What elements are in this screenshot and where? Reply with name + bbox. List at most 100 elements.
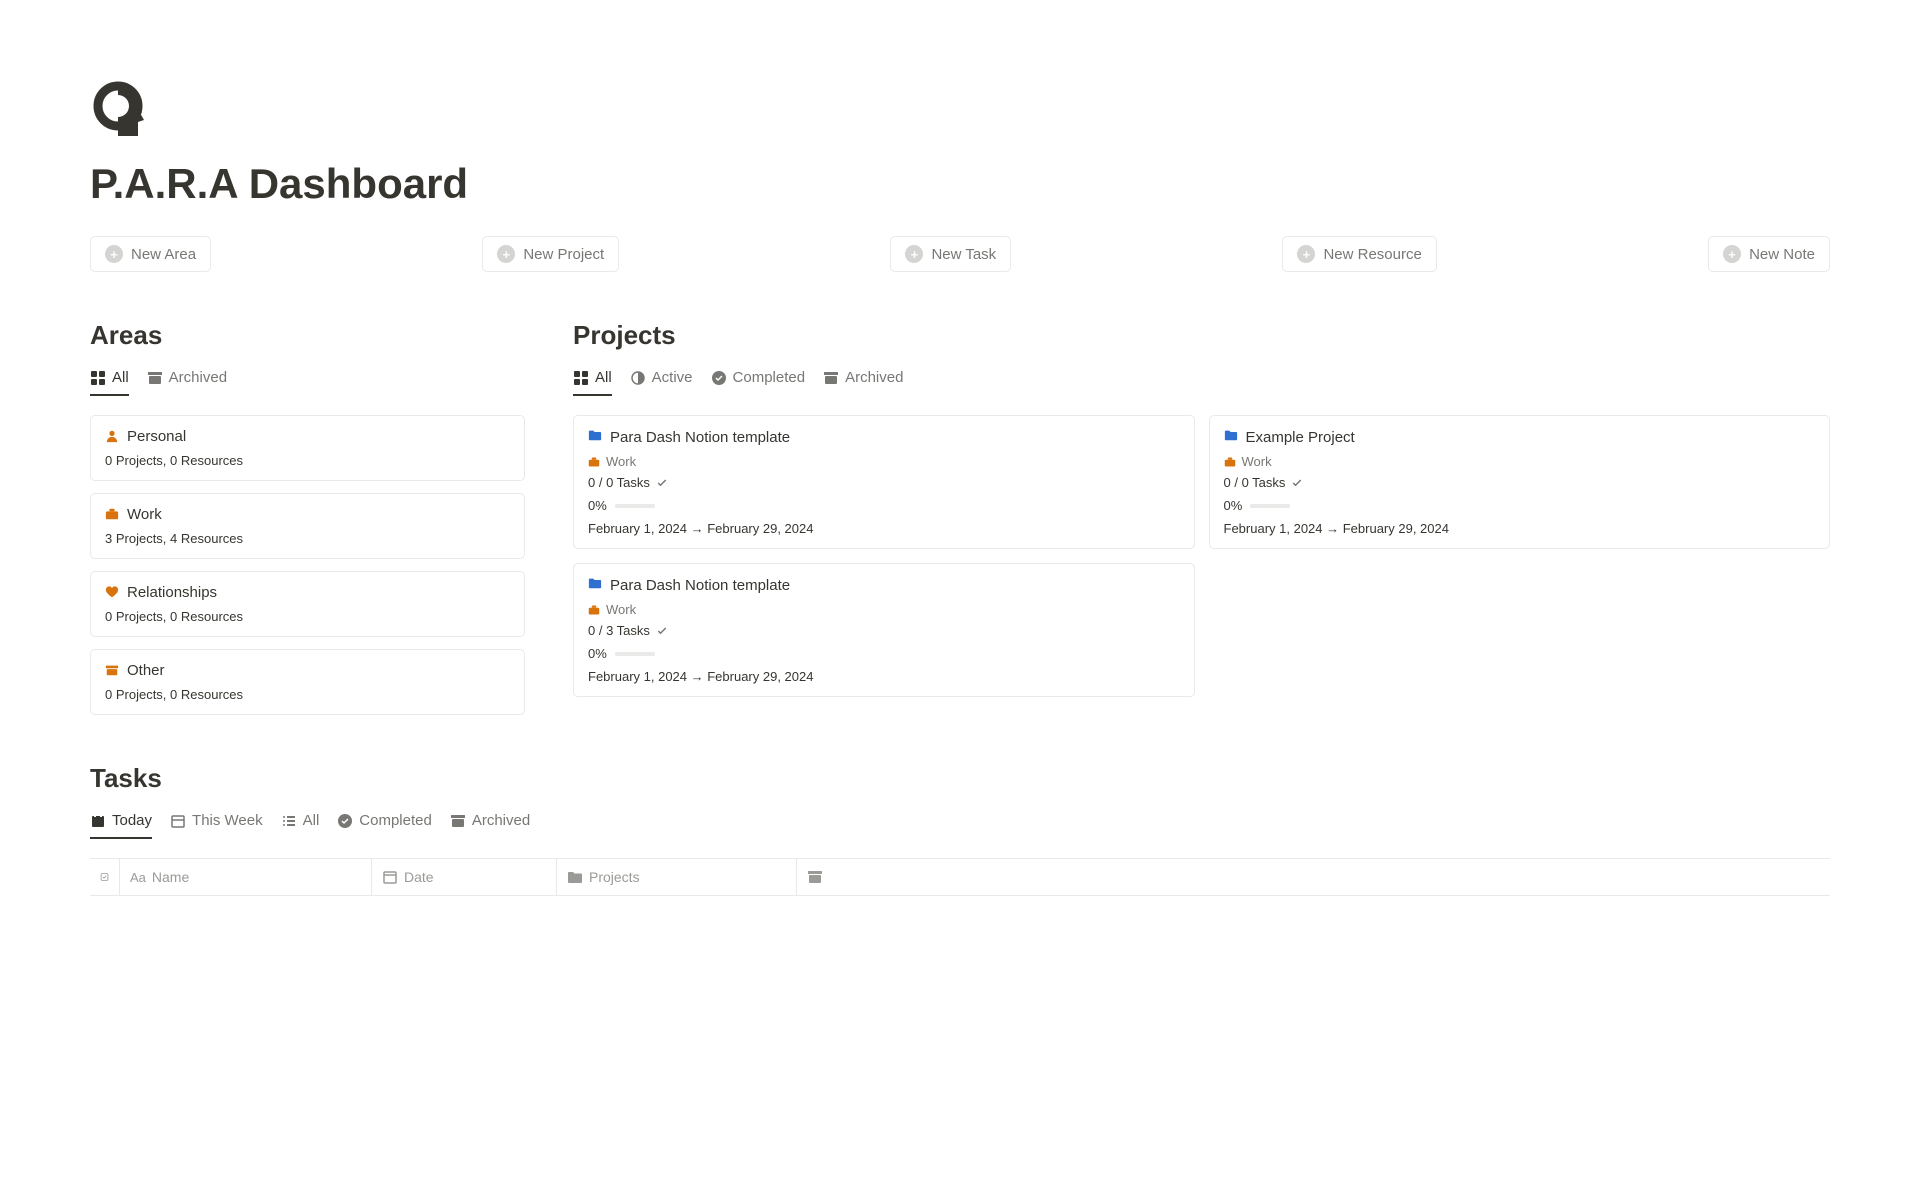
heart-icon — [105, 585, 119, 601]
tasks-table-header: Aa Name Date Projects — [90, 858, 1830, 896]
areas-heading: Areas — [90, 320, 525, 351]
box-icon — [105, 663, 119, 679]
tab-all-label: All — [303, 812, 320, 829]
calendar-icon — [382, 869, 398, 885]
project-dates: February 1, 2024 → February 29, 2024 — [588, 669, 1180, 684]
tasks-section: Tasks Today This Week All Completed — [90, 763, 1830, 896]
area-card[interactable]: Relationships 0 Projects, 0 Resources — [90, 571, 525, 637]
project-card[interactable]: Para Dash Notion template Work 0 / 0 Tas… — [573, 415, 1195, 549]
area-card[interactable]: Other 0 Projects, 0 Resources — [90, 649, 525, 715]
area-meta: 3 Projects, 4 Resources — [105, 531, 510, 546]
column-name[interactable]: Aa Name — [120, 859, 372, 895]
tab-this-week[interactable]: This Week — [170, 812, 263, 839]
column-date[interactable]: Date — [372, 859, 557, 895]
check-circle-icon — [711, 370, 727, 386]
areas-tabs: All Archived — [90, 369, 525, 397]
plus-icon: + — [497, 245, 515, 263]
calendar-week-icon — [170, 813, 186, 829]
briefcase-icon — [588, 604, 600, 616]
action-buttons-row: + New Area + New Project + New Task + Ne… — [90, 236, 1830, 272]
check-icon — [656, 477, 668, 489]
area-name: Work — [127, 506, 162, 523]
folder-icon — [588, 428, 602, 446]
tab-archived[interactable]: Archived — [823, 369, 903, 396]
project-area: Work — [1242, 454, 1272, 469]
tab-completed-label: Completed — [733, 369, 806, 386]
tab-archived[interactable]: Archived — [147, 369, 227, 396]
briefcase-icon — [105, 507, 119, 523]
projects-grid: Para Dash Notion template Work 0 / 0 Tas… — [573, 415, 1830, 697]
area-card[interactable]: Work 3 Projects, 4 Resources — [90, 493, 525, 559]
page-title: P.A.R.A Dashboard — [90, 160, 1830, 208]
column-checkbox[interactable] — [90, 859, 120, 895]
new-note-label: New Note — [1749, 246, 1815, 263]
areas-list: Personal 0 Projects, 0 Resources Work 3 … — [90, 415, 525, 715]
new-resource-label: New Resource — [1323, 246, 1421, 263]
project-tasks: 0 / 0 Tasks — [1224, 475, 1286, 490]
tab-archived-label: Archived — [845, 369, 903, 386]
tab-completed[interactable]: Completed — [337, 812, 432, 839]
new-task-button[interactable]: + New Task — [890, 236, 1011, 272]
project-name: Para Dash Notion template — [610, 577, 790, 594]
tab-archived-label: Archived — [169, 369, 227, 386]
tab-today[interactable]: Today — [90, 812, 152, 839]
new-area-button[interactable]: + New Area — [90, 236, 211, 272]
tab-all[interactable]: All — [573, 369, 612, 396]
project-progress: 0% — [588, 646, 607, 661]
project-card[interactable]: Para Dash Notion template Work 0 / 3 Tas… — [573, 563, 1195, 697]
tab-archived-label: Archived — [472, 812, 530, 829]
column-projects[interactable]: Projects — [557, 859, 797, 895]
archive-icon — [823, 370, 839, 386]
tab-all[interactable]: All — [281, 812, 320, 839]
briefcase-icon — [588, 456, 600, 468]
tab-all-label: All — [112, 369, 129, 386]
plus-icon: + — [105, 245, 123, 263]
new-project-button[interactable]: + New Project — [482, 236, 619, 272]
tab-all[interactable]: All — [90, 369, 129, 396]
project-name: Para Dash Notion template — [610, 429, 790, 446]
folder-icon — [588, 576, 602, 594]
new-area-label: New Area — [131, 246, 196, 263]
project-card[interactable]: Example Project Work 0 / 0 Tasks 0% Febr… — [1209, 415, 1831, 549]
tasks-heading: Tasks — [90, 763, 1830, 794]
progress-bar — [615, 504, 655, 508]
project-dates: February 1, 2024 → February 29, 2024 — [588, 521, 1180, 536]
tasks-tabs: Today This Week All Completed Archived — [90, 812, 1830, 840]
tab-archived[interactable]: Archived — [450, 812, 530, 839]
column-archive[interactable] — [797, 859, 1830, 895]
list-icon — [281, 813, 297, 829]
area-meta: 0 Projects, 0 Resources — [105, 453, 510, 468]
tab-completed[interactable]: Completed — [711, 369, 806, 396]
archive-icon — [807, 869, 823, 885]
new-resource-button[interactable]: + New Resource — [1282, 236, 1436, 272]
folder-icon — [567, 869, 583, 885]
area-name: Personal — [127, 428, 186, 445]
project-area: Work — [606, 602, 636, 617]
project-dates: February 1, 2024 → February 29, 2024 — [1224, 521, 1816, 536]
project-progress: 0% — [1224, 498, 1243, 513]
gallery-icon — [573, 370, 589, 386]
area-card[interactable]: Personal 0 Projects, 0 Resources — [90, 415, 525, 481]
areas-section: Areas All Archived — [90, 320, 525, 715]
check-circle-icon — [337, 813, 353, 829]
plus-icon: + — [905, 245, 923, 263]
archive-icon — [147, 370, 163, 386]
text-type-icon: Aa — [130, 870, 146, 885]
archive-icon — [450, 813, 466, 829]
new-note-button[interactable]: + New Note — [1708, 236, 1830, 272]
tab-active[interactable]: Active — [630, 369, 693, 396]
area-meta: 0 Projects, 0 Resources — [105, 609, 510, 624]
area-meta: 0 Projects, 0 Resources — [105, 687, 510, 702]
tab-today-label: Today — [112, 812, 152, 829]
check-icon — [1291, 477, 1303, 489]
tab-all-label: All — [595, 369, 612, 386]
project-tasks: 0 / 3 Tasks — [588, 623, 650, 638]
folder-icon — [1224, 428, 1238, 446]
new-project-label: New Project — [523, 246, 604, 263]
project-progress: 0% — [588, 498, 607, 513]
project-tasks: 0 / 0 Tasks — [588, 475, 650, 490]
area-name: Relationships — [127, 584, 217, 601]
projects-heading: Projects — [573, 320, 1830, 351]
column-projects-label: Projects — [589, 869, 640, 885]
column-name-label: Name — [152, 869, 189, 885]
